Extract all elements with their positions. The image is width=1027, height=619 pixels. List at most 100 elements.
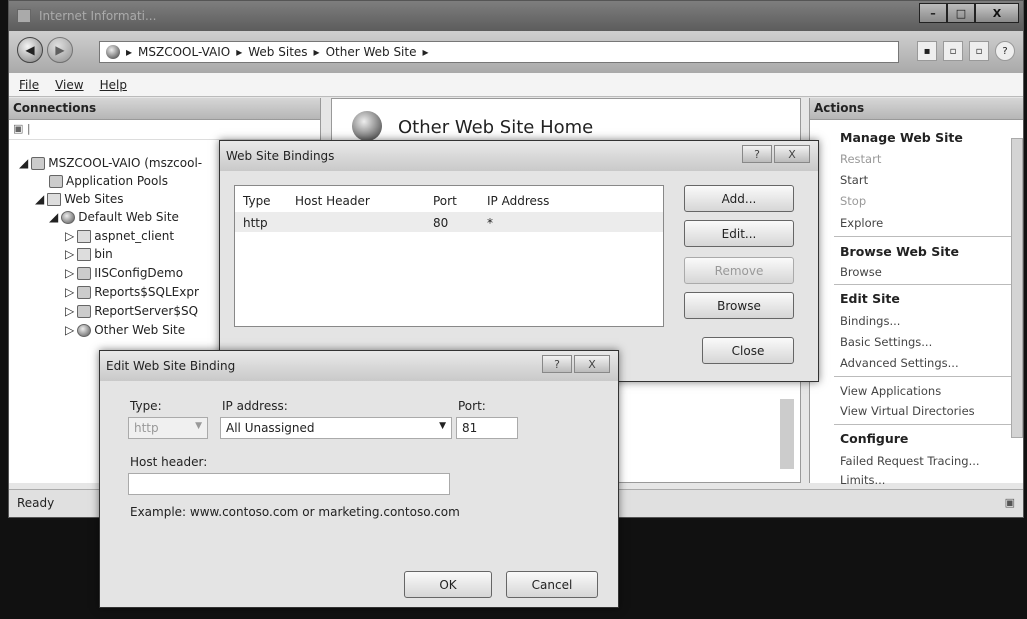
divider [834,424,1020,425]
breadcrumb-web-sites[interactable]: Web Sites [248,45,307,59]
action-restart[interactable]: Restart [840,152,881,166]
action-basic-settings[interactable]: Basic Settings... [840,335,932,349]
maximize-button[interactable]: □ [947,3,975,23]
tree-item-default-web-site[interactable]: ◢ Default Web Site [49,210,179,224]
edit-binding-dialog: Edit Web Site Binding ? X Type: http ▼ IP… [99,350,619,608]
connections-toolbar: ▣ | [9,120,320,140]
edit-button[interactable]: Edit... [684,220,794,247]
column-ip-address[interactable]: IP Address [487,194,549,208]
action-advanced-settings[interactable]: Advanced Settings... [840,356,959,370]
action-start[interactable]: Start [840,173,868,187]
minimize-button[interactable]: – [919,3,947,23]
breadcrumb-other-web-site[interactable]: Other Web Site [326,45,417,59]
tree-item-app-pools[interactable]: Application Pools [49,174,168,188]
dialog-close-button[interactable]: X [574,355,610,373]
port-label: Port: [458,399,486,413]
tree-item-web-sites[interactable]: ◢ Web Sites [35,192,124,206]
ip-address-label: IP address: [222,399,288,413]
breadcrumb[interactable]: ▸ MSZCOOL-VAIO ▸ Web Sites ▸ Other Web S… [99,41,899,63]
print-icon[interactable]: ▫ [943,41,963,61]
breadcrumb-server[interactable]: MSZCOOL-VAIO [138,45,230,59]
menu-view[interactable]: View [55,78,83,92]
action-limits[interactable]: Limits... [840,473,885,487]
menu-help[interactable]: Help [100,78,127,92]
forward-arrow-icon[interactable]: ▶ [47,37,73,63]
action-view-virtual-directories[interactable]: View Virtual Directories [840,404,975,418]
add-button[interactable]: Add... [684,185,794,212]
status-text: Ready [17,496,55,510]
menu-file[interactable]: File [19,78,39,92]
window-title: Internet Informati... [39,9,157,23]
tree-item-reportserver[interactable]: ▷ ReportServer$SQ [65,304,198,318]
tree-item-reports[interactable]: ▷ Reports$SQLExpr [65,285,199,299]
action-failed-request-tracing[interactable]: Failed Request Tracing... [840,454,980,468]
app-icon [17,9,31,23]
tree-item-bin[interactable]: ▷ bin [65,247,113,261]
scrollbar[interactable] [780,399,794,469]
actions-panel: Actions Manage Web Site Restart Start St… [809,98,1023,487]
dialog-close-button[interactable]: X [774,145,810,163]
menu-bar: File View Help [9,73,1023,97]
crumb-separator: ▸ [313,45,320,59]
host-header-field[interactable] [128,473,450,495]
chevron-down-icon: ▼ [195,421,202,431]
tree-item-server[interactable]: ◢ MSZCOOL-VAIO (mszcool- [19,156,202,170]
type-label: Type: [130,399,162,413]
help-button[interactable]: ? [742,145,772,163]
tree-item-iisconfigdemo[interactable]: ▷ IISConfigDemo [65,266,183,280]
app-icon [77,285,92,299]
action-view-applications[interactable]: View Applications [840,384,941,398]
web-site-bindings-dialog: Web Site Bindings ? X Type Host Header P… [219,140,819,382]
port-field[interactable]: 81 [456,417,518,439]
divider [834,284,1020,285]
help-button[interactable]: ? [542,355,572,373]
title-bar[interactable]: Internet Informati... – □ X [9,1,1023,31]
close-dialog-button[interactable]: Close [702,337,794,364]
dialog-title[interactable]: Edit Web Site Binding [100,351,618,381]
actions-scrollbar[interactable] [1011,138,1023,438]
app-icon [77,266,92,280]
action-bindings[interactable]: Bindings... [840,314,900,328]
cell-ip: * [487,216,493,230]
chevron-down-icon: ▼ [439,421,446,431]
example-text: Example: www.contoso.com or marketing.co… [130,505,460,519]
folder-icon [47,192,62,206]
tree-item-aspnet-client[interactable]: ▷ aspnet_client [65,229,174,243]
dialog-title[interactable]: Web Site Bindings [220,141,818,171]
divider [834,376,1020,377]
globe-icon [61,210,76,224]
app-pool-icon [49,174,63,188]
app-icon [77,304,92,318]
ok-button[interactable]: OK [404,571,492,598]
close-button[interactable]: X [975,3,1019,23]
action-heading-manage: Manage Web Site [840,130,963,145]
column-type[interactable]: Type [243,194,271,208]
cancel-button[interactable]: Cancel [506,571,598,598]
action-heading-configure: Configure [840,431,909,446]
action-explore[interactable]: Explore [840,216,883,230]
divider [834,236,1020,237]
table-row[interactable] [235,212,663,232]
action-heading-edit-site: Edit Site [840,291,900,306]
connect-icon[interactable]: ▪ [917,41,937,61]
help-icon[interactable]: ? [995,41,1015,61]
column-port[interactable]: Port [433,194,457,208]
browse-button[interactable]: Browse [684,292,794,319]
cell-port: 80 [433,216,449,230]
actions-header: Actions [810,98,1023,120]
globe-icon [77,323,92,337]
remove-button[interactable]: Remove [684,257,794,284]
back-arrow-icon[interactable]: ◀ [17,37,43,63]
bindings-list[interactable]: Type Host Header Port IP Address http 80… [234,185,664,327]
action-stop[interactable]: Stop [840,194,866,208]
address-toolbar: ◀ ▶ ▸ MSZCOOL-VAIO ▸ Web Sites ▸ Other W… [9,31,1023,73]
folder-icon [77,247,92,261]
page-icon[interactable]: ▫ [969,41,989,61]
action-browse[interactable]: Browse [840,265,882,279]
tree-item-other-web-site[interactable]: ▷ Other Web Site [65,323,185,337]
page-title: Other Web Site Home [398,117,594,138]
connect-small-icon[interactable]: ▣ | [13,122,31,135]
column-host-header[interactable]: Host Header [295,194,370,208]
ip-address-select[interactable]: All Unassigned ▼ [220,417,452,439]
type-select[interactable]: http ▼ [128,417,208,439]
